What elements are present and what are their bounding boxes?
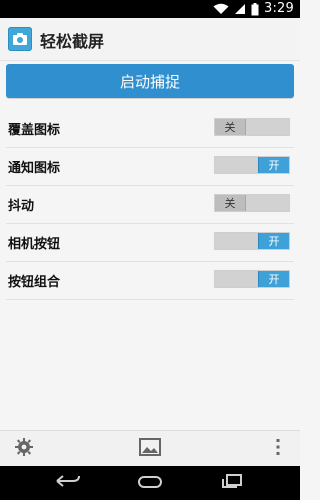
toggle-state: 关 [215, 119, 246, 135]
recents-icon [221, 473, 243, 493]
setting-label: 按钮组合 [8, 275, 61, 290]
toggle-switch[interactable]: 开 [214, 232, 290, 250]
setting-row-notification-icon: 通知图标 开 [6, 148, 294, 186]
setting-row-button-combo: 按钮组合 开 [6, 262, 294, 300]
toggle-state: 开 [258, 157, 289, 173]
app-title: 轻松截屏 [40, 32, 105, 51]
image-icon [139, 438, 161, 460]
back-button[interactable] [54, 472, 82, 494]
setting-label: 相机按钮 [8, 237, 61, 252]
start-capture-button[interactable]: 启动捕捉 [6, 64, 294, 98]
toggle-switch[interactable]: 关 [214, 118, 290, 136]
signal-icon [234, 3, 246, 15]
setting-label: 通知图标 [8, 161, 61, 176]
setting-label: 覆盖图标 [8, 123, 61, 138]
more-vert-icon [275, 437, 281, 461]
bottom-toolbar [0, 430, 300, 467]
setting-row-shake: 抖动 关 [6, 186, 294, 224]
status-bar: 3:29 [0, 0, 300, 18]
setting-row-camera-button: 相机按钮 开 [6, 224, 294, 262]
overflow-menu-button[interactable] [266, 437, 290, 461]
back-icon [55, 473, 81, 493]
toggle-switch[interactable]: 关 [214, 194, 290, 212]
home-button[interactable] [136, 472, 164, 494]
settings-list: 覆盖图标 关 通知图标 开 抖动 关 相机按钮 开 按钮组合 开 [0, 110, 300, 300]
toggle-state: 关 [215, 195, 246, 211]
toggle-state: 开 [258, 271, 289, 287]
toggle-state: 开 [258, 233, 289, 249]
settings-button[interactable] [12, 437, 36, 461]
gear-icon [14, 437, 34, 461]
home-icon [136, 474, 164, 493]
toggle-switch[interactable]: 开 [214, 270, 290, 288]
wifi-icon [213, 3, 229, 15]
camera-icon [8, 27, 32, 51]
status-right: 3:29 [213, 0, 294, 18]
battery-icon [251, 2, 259, 16]
setting-label: 抖动 [8, 199, 35, 214]
app-bar: 轻松截屏 [0, 18, 300, 61]
navigation-bar [0, 466, 300, 500]
setting-row-overlay-icon: 覆盖图标 关 [6, 110, 294, 148]
status-time: 3:29 [264, 1, 294, 16]
toggle-switch[interactable]: 开 [214, 156, 290, 174]
gallery-button[interactable] [138, 437, 162, 461]
recents-button[interactable] [218, 472, 246, 494]
